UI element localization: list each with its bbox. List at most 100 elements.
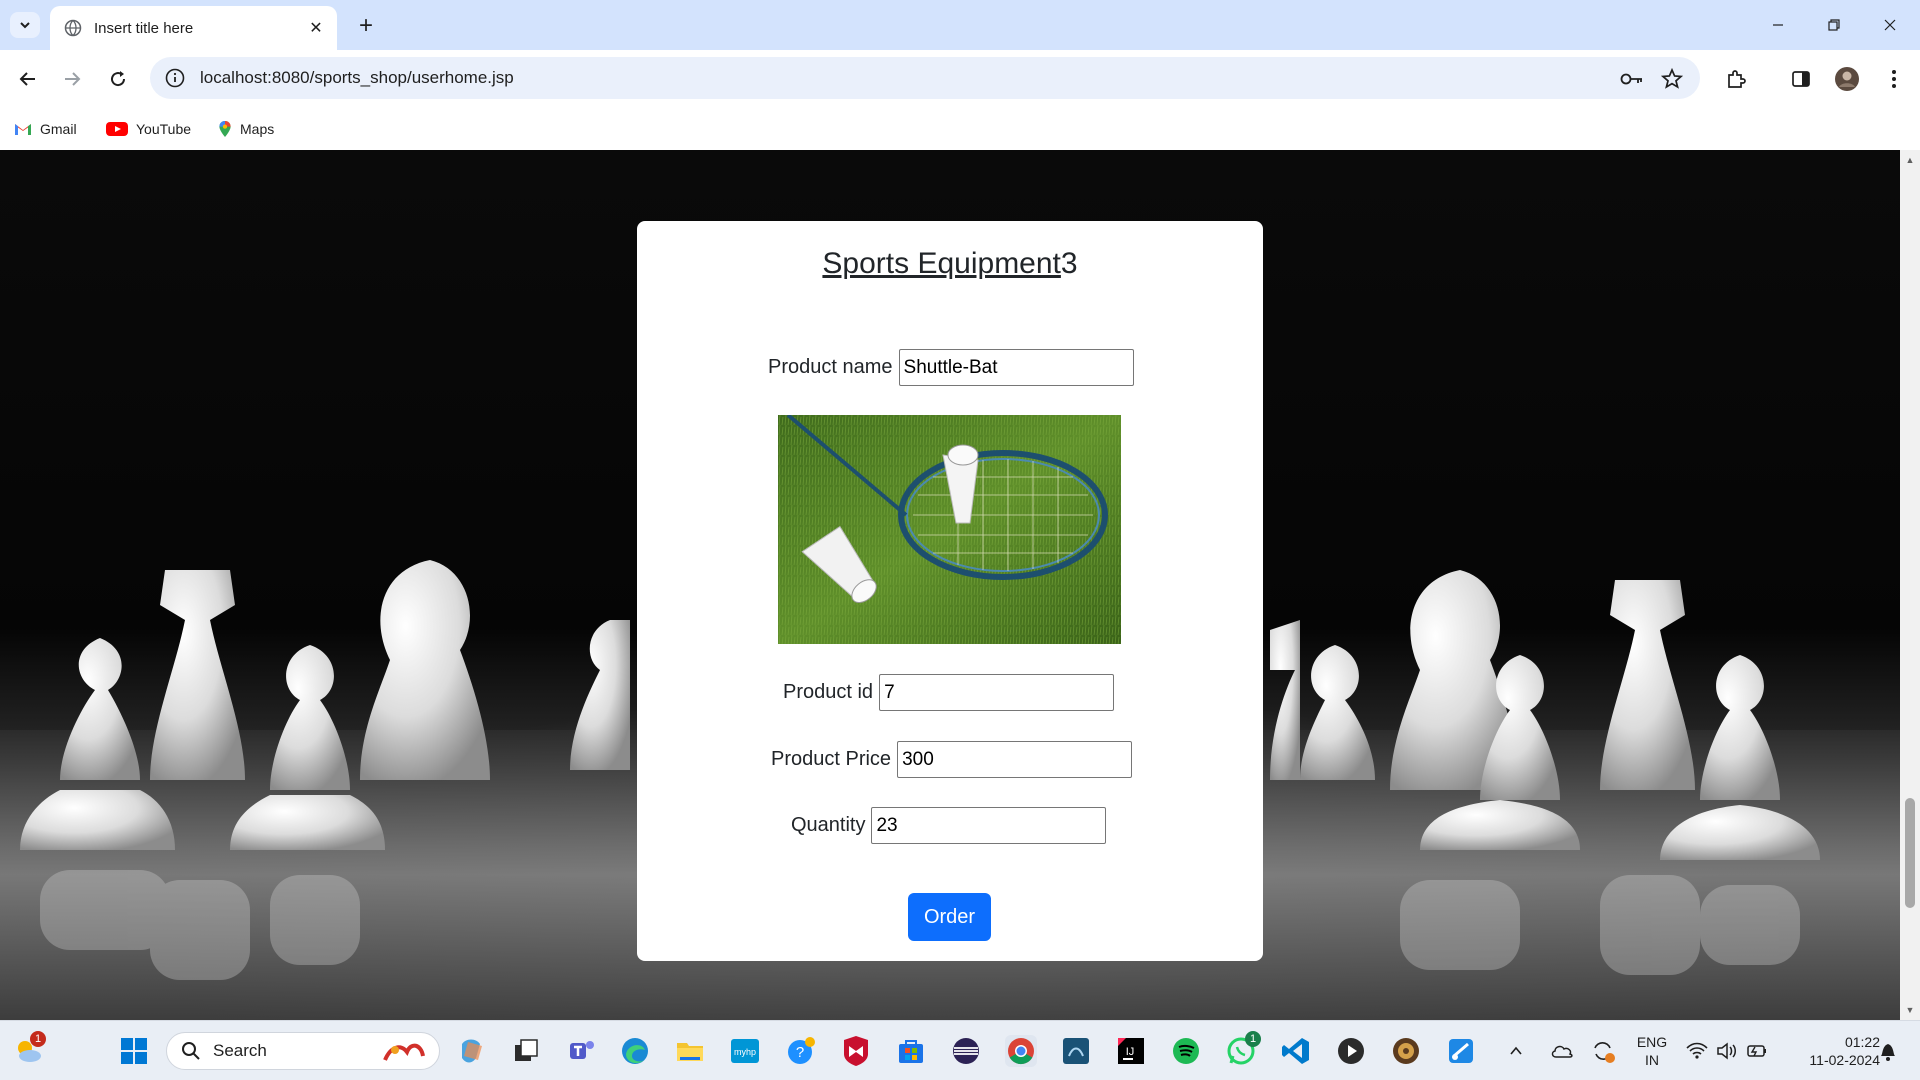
language-bottom: IN: [1645, 1052, 1659, 1068]
reload-icon: [111, 71, 126, 87]
scroll-down-icon[interactable]: ▼: [1904, 1004, 1916, 1016]
myhp-icon: myhp: [731, 1039, 759, 1063]
taskbar-vscode[interactable]: [1280, 1035, 1312, 1067]
bookmark-maps[interactable]: Maps: [218, 118, 274, 140]
help-icon: ?: [788, 1037, 815, 1064]
taskbar-help[interactable]: ?: [785, 1035, 817, 1067]
scroll-up-icon[interactable]: ▲: [1904, 154, 1916, 166]
start-button[interactable]: [118, 1035, 150, 1067]
product-name-input[interactable]: [898, 349, 1134, 386]
weather-widget[interactable]: 1: [12, 1031, 46, 1067]
taskbar-whatsapp[interactable]: 1: [1225, 1031, 1261, 1067]
restore-button[interactable]: [1814, 8, 1854, 42]
chrome-icon: [1008, 1038, 1034, 1065]
whatsapp-badge: 1: [1245, 1031, 1261, 1047]
order-button[interactable]: Order: [908, 893, 991, 941]
product-card: Sports Equipment3 Product name Shuttle-B…: [637, 221, 1263, 961]
clock[interactable]: 01:22 11-02-2024: [1780, 1033, 1880, 1069]
close-tab-icon[interactable]: ✕: [303, 15, 329, 41]
taskbar-intellij[interactable]: IJ: [1115, 1035, 1147, 1067]
minimize-icon: [1773, 24, 1783, 26]
taskbar-store[interactable]: [895, 1035, 927, 1067]
store-icon: [899, 1040, 923, 1063]
quick-settings-tray[interactable]: [1682, 1035, 1772, 1067]
taskbar-edge[interactable]: [619, 1035, 651, 1067]
forward-button[interactable]: [56, 63, 88, 95]
page-title: Sports Equipment3: [637, 247, 1263, 281]
page-title-suffix: 3: [1060, 247, 1078, 280]
clock-time: 01:22: [1844, 1034, 1880, 1050]
taskbar-search[interactable]: Search: [166, 1032, 440, 1070]
close-icon: [1884, 19, 1896, 31]
taskbar-chrome[interactable]: [1005, 1035, 1037, 1067]
edge-icon: [622, 1038, 648, 1064]
side-panel-button[interactable]: [1785, 63, 1817, 95]
minimize-button[interactable]: [1758, 8, 1798, 42]
search-highlight-icon: [383, 1043, 425, 1061]
sync-tray[interactable]: [1587, 1035, 1619, 1067]
show-hidden-icons-button[interactable]: [1506, 1035, 1526, 1067]
taskbar-media-player[interactable]: [1335, 1035, 1367, 1067]
copilot-icon: [462, 1039, 482, 1063]
windows-taskbar: 1 Search myhp ? IJ 1 ENG IN 01:22 11-02-…: [0, 1020, 1920, 1080]
taskbar-file-explorer[interactable]: [674, 1035, 706, 1067]
language-top: ENG: [1636, 1034, 1668, 1050]
page-scrollbar[interactable]: ▲ ▼: [1900, 150, 1920, 1020]
password-key-button[interactable]: [1616, 63, 1648, 95]
key-icon: [1620, 73, 1642, 85]
profile-avatar[interactable]: [1831, 63, 1863, 95]
tab-search-button[interactable]: [10, 12, 40, 38]
teams-icon: [570, 1041, 594, 1059]
bookmark-label: YouTube: [136, 121, 192, 137]
taskbar-spotify[interactable]: [1170, 1035, 1202, 1067]
taskbar-mysql[interactable]: [1060, 1035, 1092, 1067]
site-info-icon[interactable]: [164, 67, 186, 89]
product-price-input[interactable]: [897, 741, 1133, 778]
product-price-row: Product Price: [771, 741, 1133, 778]
wifi-icon: [1686, 1042, 1708, 1059]
bookmarks-bar: Gmail YouTube Maps: [0, 108, 1920, 150]
browser-tab-active[interactable]: Insert title here ✕: [50, 6, 337, 50]
folder-icon: [677, 1043, 703, 1061]
taskbar-teams[interactable]: [566, 1035, 598, 1067]
maps-icon: [219, 121, 231, 137]
product-price-label: Product Price: [771, 748, 892, 770]
product-name-row: Product name: [768, 349, 1134, 386]
spotify-icon: [1173, 1038, 1199, 1064]
taskbar-hp-app[interactable]: myhp: [729, 1035, 761, 1067]
onedrive-tray[interactable]: [1546, 1035, 1578, 1067]
new-tab-button[interactable]: +: [352, 12, 380, 40]
bookmark-star-button[interactable]: [1656, 63, 1688, 95]
bookmark-youtube[interactable]: YouTube: [106, 118, 191, 140]
scroll-thumb[interactable]: [1905, 798, 1915, 908]
quantity-input[interactable]: [871, 807, 1107, 844]
taskbar-task-view[interactable]: [510, 1035, 542, 1067]
url-text[interactable]: localhost:8080/sports_shop/userhome.jsp: [200, 68, 514, 88]
product-image: [778, 415, 1121, 644]
product-id-input[interactable]: [879, 674, 1115, 711]
bookmark-gmail[interactable]: Gmail: [14, 118, 77, 140]
address-bar[interactable]: localhost:8080/sports_shop/userhome.jsp: [150, 57, 1700, 99]
language-indicator[interactable]: ENG IN: [1634, 1033, 1670, 1069]
reload-button[interactable]: [102, 63, 134, 95]
taskbar-snipping-tool[interactable]: [1445, 1035, 1477, 1067]
taskbar-copilot[interactable]: [455, 1035, 487, 1067]
clock-date: 11-02-2024: [1809, 1052, 1880, 1068]
extensions-button[interactable]: [1720, 63, 1752, 95]
taskbar-eclipse[interactable]: [950, 1035, 982, 1067]
close-window-button[interactable]: [1870, 8, 1910, 42]
svg-text:?: ?: [796, 1044, 804, 1061]
bookmark-label: Gmail: [40, 121, 77, 137]
vscode-icon: [1282, 1038, 1309, 1064]
tab-title: Insert title here: [94, 19, 194, 37]
taskbar-game-app[interactable]: [1390, 1035, 1422, 1067]
browser-toolbar: localhost:8080/sports_shop/userhome.jsp: [0, 50, 1920, 108]
puzzle-icon: [1728, 70, 1746, 88]
notifications-button[interactable]: [1872, 1035, 1904, 1067]
windows-logo-icon: [121, 1038, 147, 1064]
browser-menu-button[interactable]: [1878, 63, 1910, 95]
back-button[interactable]: [12, 63, 44, 95]
star-icon: [1661, 68, 1683, 89]
taskbar-mcafee[interactable]: [840, 1035, 872, 1067]
play-icon: [1338, 1038, 1364, 1064]
